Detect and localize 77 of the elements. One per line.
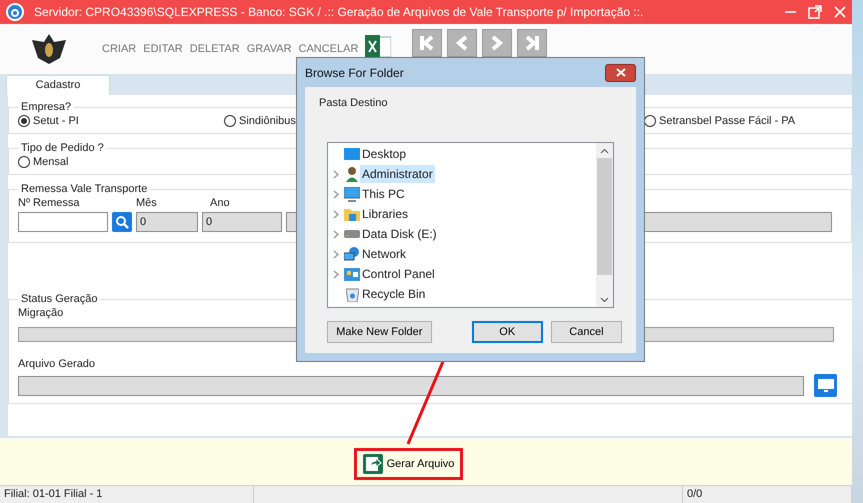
group-legend: Tipo de Pedido ? [18,142,107,154]
field-label: Migração [18,307,64,320]
folder-tree-item[interactable]: Network [360,245,408,263]
network-icon [344,246,360,262]
field-label: Mês [136,197,158,210]
export-icon [362,454,383,474]
eagle-logo-icon [30,32,68,66]
dialog-prompt: Pasta Destino [319,97,388,109]
toolbar-action[interactable]: CANCELAR [298,43,358,56]
chevron-icon[interactable] [333,190,339,198]
radio-button[interactable] [18,115,30,128]
field-label: Ano [210,197,231,210]
field-label: Arquivo Gerado [18,358,96,370]
radio-button[interactable] [644,115,656,128]
status-text: Filial: 01-01 Filial - 1 [0,486,254,503]
group-legend: Status Geração [18,293,100,306]
scroll-down-icon[interactable] [600,297,609,303]
monitor-button[interactable] [814,374,837,398]
chevron-icon[interactable] [333,250,339,258]
close-icon [616,68,626,77]
toolbar-action[interactable]: DELETAR [190,43,240,56]
window-title: Servidor: CPRO43396\SQLEXPRESS - Banco: SGK / .:: Geração de Arquivos de Vale Transporte p/ Importação ::. [34,4,644,19]
toolbar-action[interactable]: CRIAR [102,43,136,56]
search-button[interactable] [112,212,132,232]
navigation-button[interactable] [482,29,512,58]
chevron-icon[interactable] [333,230,339,238]
app-logo-icon [6,2,24,21]
tab[interactable]: Cadastro [6,75,110,96]
toolbar-action[interactable]: GRAVAR [246,43,292,56]
input-field: 0 [202,212,282,232]
navigation-button[interactable] [517,29,548,58]
radio-button[interactable] [224,115,236,128]
folder-tree-item[interactable]: This PC [360,185,407,203]
scrollbar[interactable] [596,143,613,307]
toolbar-action[interactable]: EDITAR [143,43,183,56]
dialog-title: Browse For Folder [305,66,404,80]
user-icon [345,166,359,182]
field-label: Nº Remessa [18,197,80,210]
group-legend: Empresa? [18,101,74,114]
radio-label: Setransbel Passe Fácil - PA [659,115,796,128]
close-button[interactable] [605,64,636,82]
folder-tree-item[interactable]: Libraries [360,205,410,223]
previous-icon [456,35,468,52]
navigation-button[interactable] [447,29,478,58]
next-icon [491,35,504,52]
scroll-up-icon[interactable] [600,148,609,154]
navigation-button[interactable] [412,29,442,58]
group-legend: Remessa Vale Transporte [18,183,150,196]
folder-tree-item[interactable]: Data Disk (E:) [360,225,439,243]
minimize-icon[interactable] [785,10,796,14]
input-field: 0 [136,212,198,232]
folder-icon [344,207,360,221]
recycle-bin-icon [346,286,358,302]
dialog-button[interactable]: Cancel [550,321,622,343]
monitor-icon [344,186,360,202]
chevron-icon[interactable] [333,170,339,178]
desktop-icon [344,148,360,160]
last-icon [524,35,540,52]
generate-file-button[interactable]: Gerar Arquivo [362,454,454,474]
input-field[interactable] [18,212,108,232]
chevron-icon[interactable] [333,270,339,278]
radio-label: Mensal [33,156,68,168]
first-icon [419,35,436,52]
drive-icon [344,230,360,238]
close-icon[interactable] [834,6,846,18]
folder-tree-item[interactable]: Administrator [360,165,435,183]
folder-tree-item[interactable]: Desktop [360,145,408,163]
control-panel-icon [344,268,360,280]
radio-label: Sindiônibus [239,115,296,128]
folder-tree-item[interactable]: Control Panel [360,265,437,283]
dialog-button[interactable]: Make New Folder [327,321,432,343]
chevron-icon[interactable] [333,210,339,218]
dialog-button[interactable]: OK [472,321,543,343]
folder-tree-item[interactable]: Recycle Bin [360,285,428,303]
radio-label: Setut - PI [33,115,79,128]
restore-icon[interactable] [808,4,822,19]
radio-button[interactable] [18,156,30,168]
